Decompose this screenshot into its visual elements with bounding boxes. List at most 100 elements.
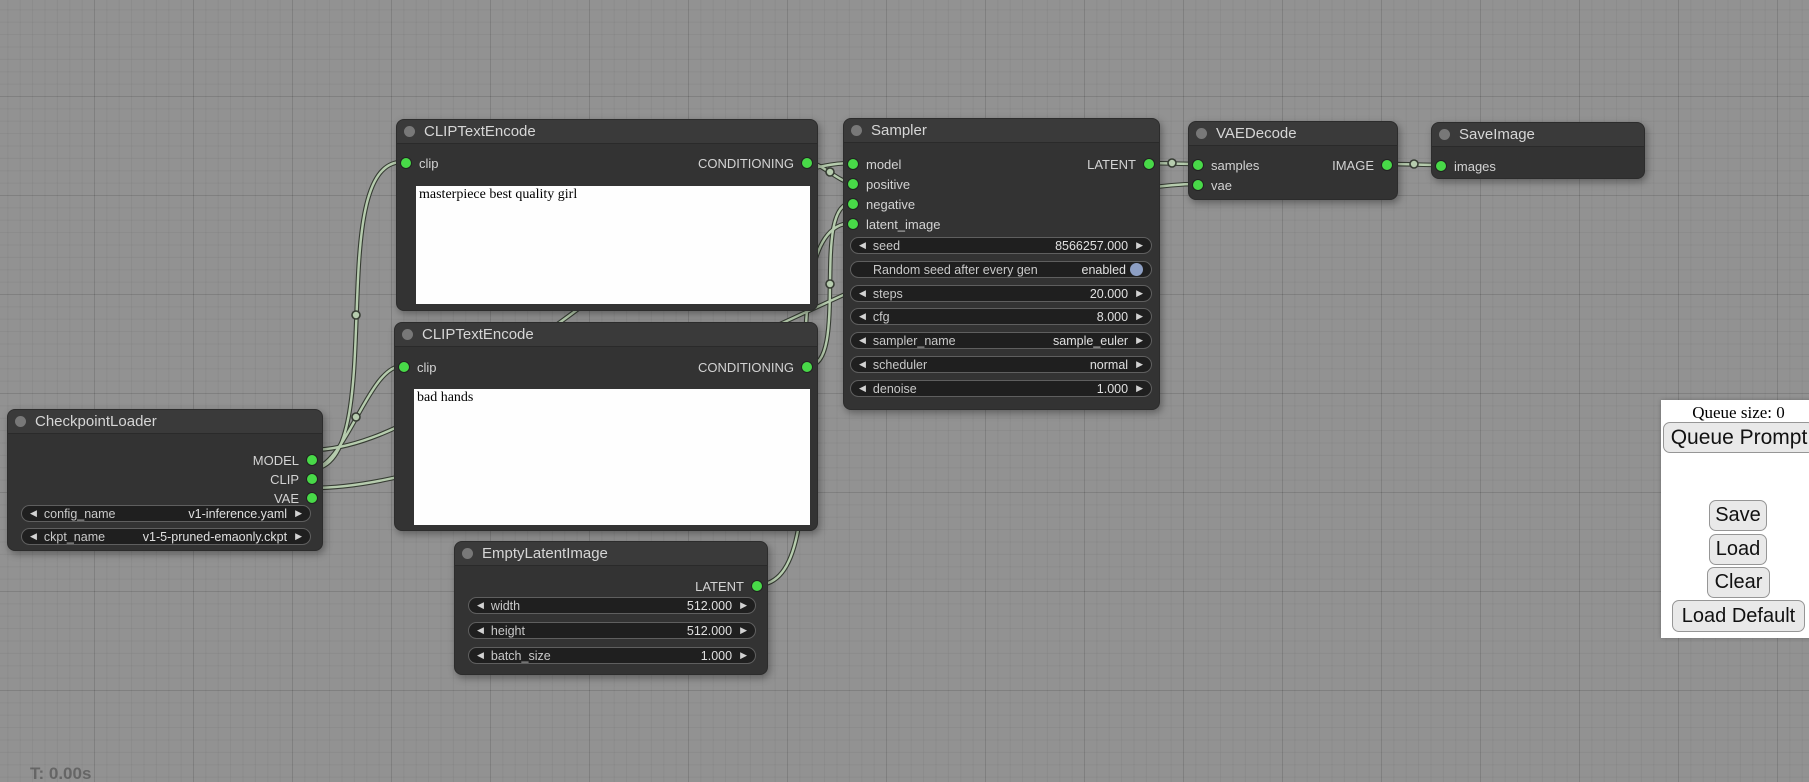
input-slot-clip[interactable]: clip	[401, 155, 439, 171]
input-port-icon[interactable]	[1436, 161, 1446, 171]
node-title-bar[interactable]: CLIPTextEncode	[395, 323, 817, 347]
collapse-dot-icon[interactable]	[402, 329, 413, 340]
widget-width[interactable]: ◀ width 512.000 ▶	[468, 597, 756, 614]
negative-prompt-textarea[interactable]: bad hands	[414, 389, 810, 525]
decrement-arrow-icon[interactable]: ◀	[859, 336, 866, 345]
output-slot-vae[interactable]: VAE	[274, 490, 317, 506]
increment-arrow-icon[interactable]: ▶	[1136, 289, 1143, 298]
input-port-icon[interactable]	[1193, 180, 1203, 190]
increment-arrow-icon[interactable]: ▶	[1136, 384, 1143, 393]
decrement-arrow-icon[interactable]: ◀	[30, 509, 37, 518]
node-title-bar[interactable]: SaveImage	[1432, 123, 1644, 147]
load-default-button[interactable]: Load Default	[1672, 600, 1805, 632]
node-title-bar[interactable]: VAEDecode	[1189, 122, 1397, 146]
input-slot-clip[interactable]: clip	[399, 359, 437, 375]
decrement-arrow-icon[interactable]: ◀	[859, 241, 866, 250]
increment-arrow-icon[interactable]: ▶	[295, 509, 302, 518]
input-slot-latent-image[interactable]: latent_image	[848, 216, 940, 232]
collapse-dot-icon[interactable]	[15, 416, 26, 427]
widget-batch-size[interactable]: ◀ batch_size 1.000 ▶	[468, 647, 756, 664]
save-button[interactable]: Save	[1709, 500, 1767, 531]
node-cliptextencode-negative[interactable]: CLIPTextEncode clip CONDITIONING bad han…	[394, 322, 818, 531]
collapse-dot-icon[interactable]	[1439, 129, 1450, 140]
increment-arrow-icon[interactable]: ▶	[295, 532, 302, 541]
collapse-dot-icon[interactable]	[1196, 128, 1207, 139]
increment-arrow-icon[interactable]: ▶	[1136, 336, 1143, 345]
node-cliptextencode-positive[interactable]: CLIPTextEncode clip CONDITIONING masterp…	[396, 119, 818, 311]
node-title-bar[interactable]: CLIPTextEncode	[397, 120, 817, 144]
widget-random-seed-toggle[interactable]: Random seed after every gen enabled	[850, 261, 1152, 278]
increment-arrow-icon[interactable]: ▶	[740, 651, 747, 660]
input-port-icon[interactable]	[1193, 160, 1203, 170]
decrement-arrow-icon[interactable]: ◀	[477, 601, 484, 610]
decrement-arrow-icon[interactable]: ◀	[859, 289, 866, 298]
increment-arrow-icon[interactable]: ▶	[1136, 241, 1143, 250]
node-sampler[interactable]: Sampler model positive negative latent_i…	[843, 118, 1160, 410]
input-port-icon[interactable]	[848, 159, 858, 169]
decrement-arrow-icon[interactable]: ◀	[859, 312, 866, 321]
input-slot-model[interactable]: model	[848, 156, 901, 172]
widget-name: height	[491, 624, 525, 638]
node-title-bar[interactable]: Sampler	[844, 119, 1159, 143]
decrement-arrow-icon[interactable]: ◀	[477, 651, 484, 660]
node-graph-canvas[interactable]: CheckpointLoader MODEL CLIP VAE ◀ config…	[0, 0, 1809, 782]
widget-seed[interactable]: ◀ seed 8566257.000 ▶	[850, 237, 1152, 254]
node-saveimage[interactable]: SaveImage images	[1431, 122, 1645, 179]
input-port-icon[interactable]	[848, 219, 858, 229]
output-slot-latent[interactable]: LATENT	[695, 578, 762, 594]
output-slot-model[interactable]: MODEL	[253, 452, 317, 468]
input-port-icon[interactable]	[401, 158, 411, 168]
toggle-knob-icon[interactable]	[1130, 263, 1143, 276]
widget-height[interactable]: ◀ height 512.000 ▶	[468, 622, 756, 639]
output-port-icon[interactable]	[802, 362, 812, 372]
output-port-icon[interactable]	[307, 474, 317, 484]
widget-denoise[interactable]: ◀ denoise 1.000 ▶	[850, 380, 1152, 397]
positive-prompt-textarea[interactable]: masterpiece best quality girl	[416, 186, 810, 304]
widget-steps[interactable]: ◀ steps 20.000 ▶	[850, 285, 1152, 302]
collapse-dot-icon[interactable]	[851, 125, 862, 136]
widget-cfg[interactable]: ◀ cfg 8.000 ▶	[850, 308, 1152, 325]
node-checkpointloader[interactable]: CheckpointLoader MODEL CLIP VAE ◀ config…	[7, 409, 323, 551]
output-port-icon[interactable]	[307, 455, 317, 465]
output-port-icon[interactable]	[1144, 159, 1154, 169]
queue-prompt-button[interactable]: Queue Prompt	[1663, 422, 1809, 453]
widget-ckpt-name[interactable]: ◀ ckpt_name v1-5-pruned-emaonly.ckpt ▶	[21, 528, 311, 545]
collapse-dot-icon[interactable]	[462, 548, 473, 559]
increment-arrow-icon[interactable]: ▶	[740, 601, 747, 610]
load-button[interactable]: Load	[1709, 534, 1767, 565]
input-slot-vae[interactable]: vae	[1193, 177, 1232, 193]
decrement-arrow-icon[interactable]: ◀	[477, 626, 484, 635]
output-slot-clip[interactable]: CLIP	[270, 471, 317, 487]
input-slot-positive[interactable]: positive	[848, 176, 910, 192]
decrement-arrow-icon[interactable]: ◀	[859, 384, 866, 393]
node-title-bar[interactable]: CheckpointLoader	[8, 410, 322, 434]
increment-arrow-icon[interactable]: ▶	[1136, 312, 1143, 321]
input-slot-samples[interactable]: samples	[1193, 157, 1259, 173]
decrement-arrow-icon[interactable]: ◀	[30, 532, 37, 541]
output-port-icon[interactable]	[307, 493, 317, 503]
widget-config-name[interactable]: ◀ config_name v1-inference.yaml ▶	[21, 505, 311, 522]
clear-button[interactable]: Clear	[1707, 567, 1770, 598]
comfy-menu-panel[interactable]: Queue size: 0 Queue Prompt Save Load Cle…	[1661, 400, 1809, 638]
input-slot-images[interactable]: images	[1436, 158, 1496, 174]
widget-sampler-name[interactable]: ◀ sampler_name sample_euler ▶	[850, 332, 1152, 349]
collapse-dot-icon[interactable]	[404, 126, 415, 137]
input-port-icon[interactable]	[399, 362, 409, 372]
node-emptylatentimage[interactable]: EmptyLatentImage LATENT ◀ width 512.000 …	[454, 541, 768, 675]
output-slot-latent[interactable]: LATENT	[1087, 156, 1154, 172]
input-port-icon[interactable]	[848, 179, 858, 189]
output-port-icon[interactable]	[802, 158, 812, 168]
output-slot-image[interactable]: IMAGE	[1332, 157, 1392, 173]
node-title-bar[interactable]: EmptyLatentImage	[455, 542, 767, 566]
output-slot-conditioning[interactable]: CONDITIONING	[698, 359, 812, 375]
input-slot-negative[interactable]: negative	[848, 196, 915, 212]
output-port-icon[interactable]	[1382, 160, 1392, 170]
increment-arrow-icon[interactable]: ▶	[740, 626, 747, 635]
decrement-arrow-icon[interactable]: ◀	[859, 360, 866, 369]
input-port-icon[interactable]	[848, 199, 858, 209]
widget-scheduler[interactable]: ◀ scheduler normal ▶	[850, 356, 1152, 373]
output-slot-conditioning[interactable]: CONDITIONING	[698, 155, 812, 171]
increment-arrow-icon[interactable]: ▶	[1136, 360, 1143, 369]
output-port-icon[interactable]	[752, 581, 762, 591]
node-vaedecode[interactable]: VAEDecode samples vae IMAGE	[1188, 121, 1398, 200]
